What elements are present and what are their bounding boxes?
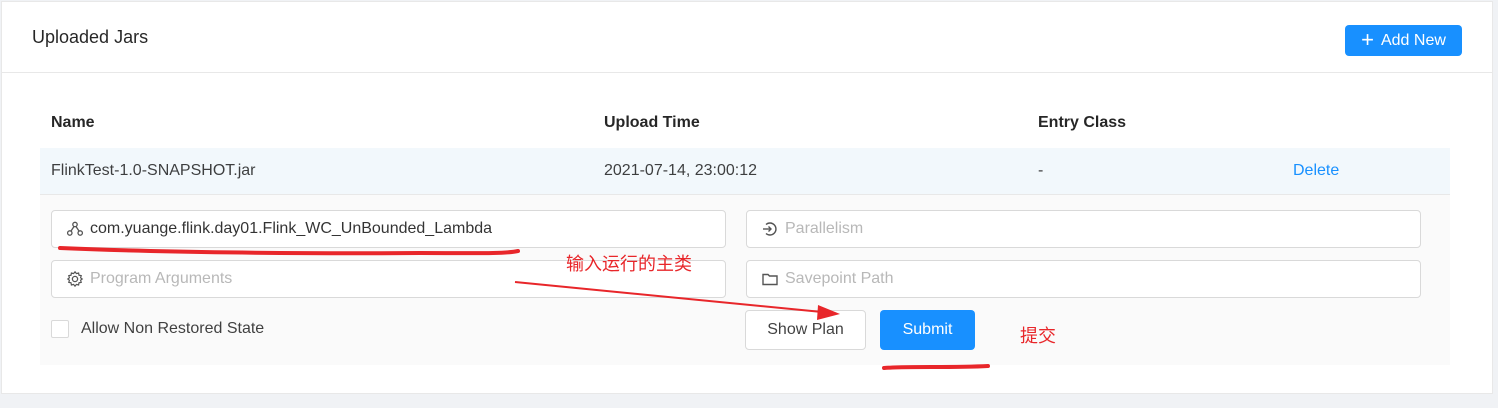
savepoint-path-input[interactable] bbox=[746, 260, 1421, 298]
submit-annotation: 提交 bbox=[1020, 326, 1056, 347]
parallelism-field[interactable] bbox=[785, 220, 1379, 238]
checkbox-box[interactable] bbox=[51, 320, 69, 338]
parallelism-input[interactable] bbox=[746, 210, 1421, 248]
upload-time: 2021-07-14, 23:00:12 bbox=[604, 162, 758, 179]
add-new-button[interactable]: + Add New bbox=[1345, 25, 1462, 56]
jar-name: FlinkTest-1.0-SNAPSHOT.jar bbox=[51, 162, 256, 179]
submit-jar-panel: Allow Non Restored State Show Plan Submi… bbox=[40, 195, 1450, 365]
add-new-label: Add New bbox=[1380, 31, 1446, 49]
column-header-entry-class: Entry Class bbox=[1038, 114, 1127, 131]
entry-class: - bbox=[1038, 162, 1044, 179]
delete-link[interactable]: Delete bbox=[1293, 162, 1339, 180]
cluster-icon bbox=[66, 221, 84, 236]
card-header: Uploaded Jars + Add New bbox=[2, 2, 1492, 73]
column-header-name: Name bbox=[51, 114, 95, 131]
savepoint-path-field[interactable] bbox=[785, 270, 1379, 288]
plus-icon: + bbox=[1361, 26, 1374, 52]
submit-button[interactable]: Submit bbox=[880, 310, 975, 350]
entry-class-input[interactable] bbox=[51, 210, 726, 248]
gear-icon bbox=[66, 270, 84, 288]
entry-class-field[interactable] bbox=[90, 220, 684, 238]
main-class-annotation: 输入运行的主类 bbox=[566, 254, 692, 275]
table-header: Name Upload Time Entry Class bbox=[40, 102, 1450, 149]
allow-non-restored-state-checkbox[interactable]: Allow Non Restored State bbox=[51, 320, 264, 338]
column-header-upload-time: Upload Time bbox=[604, 114, 700, 131]
login-icon bbox=[763, 222, 777, 236]
show-plan-button[interactable]: Show Plan bbox=[745, 310, 866, 350]
card-title: Uploaded Jars bbox=[32, 27, 149, 47]
folder-icon bbox=[762, 273, 778, 286]
table-row[interactable]: FlinkTest-1.0-SNAPSHOT.jar 2021-07-14, 2… bbox=[40, 148, 1450, 195]
allow-non-restored-state-label: Allow Non Restored State bbox=[81, 320, 265, 337]
